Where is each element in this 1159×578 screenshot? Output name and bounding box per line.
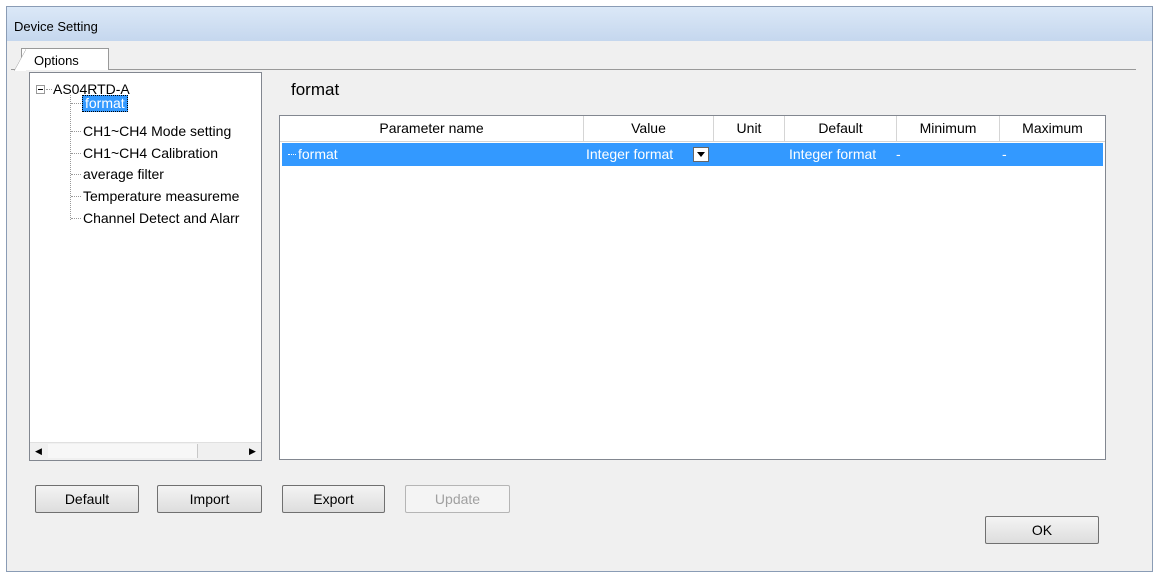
tree-item-format[interactable]: format bbox=[82, 95, 128, 112]
tree-item-temperature-measurement[interactable]: Temperature measureme bbox=[83, 188, 239, 204]
tree-item-calibration[interactable]: CH1~CH4 Calibration bbox=[83, 145, 218, 161]
tree-connector bbox=[71, 131, 81, 132]
row-default: Integer format bbox=[789, 146, 877, 162]
tree-horizontal-scrollbar[interactable]: ◀ ▶ bbox=[30, 442, 261, 460]
update-button[interactable]: Update bbox=[405, 485, 510, 513]
grid-header: Parameter name Value Unit Default Minimu… bbox=[280, 116, 1105, 142]
tree-connector bbox=[71, 103, 81, 104]
export-button[interactable]: Export bbox=[282, 485, 385, 513]
column-header-value[interactable]: Value bbox=[584, 116, 714, 141]
tab-options[interactable]: Options bbox=[14, 48, 109, 71]
tree-item-mode-setting[interactable]: CH1~CH4 Mode setting bbox=[83, 123, 231, 139]
tree-connector bbox=[288, 154, 296, 155]
scrollbar-thumb[interactable] bbox=[48, 444, 198, 458]
default-button[interactable]: Default bbox=[35, 485, 139, 513]
tree-item-channel-detect[interactable]: Channel Detect and Alarr bbox=[83, 210, 239, 226]
scroll-left-icon[interactable]: ◀ bbox=[30, 443, 47, 460]
tree-connector bbox=[71, 218, 81, 219]
tree-content: AS04RTD-A format CH1~CH4 Mode setting CH… bbox=[30, 73, 261, 442]
tree-connector bbox=[71, 174, 81, 175]
tree-connector-vertical bbox=[70, 95, 71, 220]
tab-corner bbox=[14, 49, 26, 71]
column-header-default[interactable]: Default bbox=[785, 116, 897, 141]
row-maximum: - bbox=[1002, 146, 1007, 162]
dropdown-arrow-icon[interactable] bbox=[693, 147, 709, 162]
options-tree[interactable]: AS04RTD-A format CH1~CH4 Mode setting CH… bbox=[29, 72, 262, 461]
row-minimum: - bbox=[896, 146, 901, 162]
import-button[interactable]: Import bbox=[157, 485, 262, 513]
tab-options-label: Options bbox=[34, 53, 79, 68]
section-title: format bbox=[291, 80, 340, 99]
column-header-parameter-name[interactable]: Parameter name bbox=[280, 116, 584, 141]
column-header-minimum[interactable]: Minimum bbox=[897, 116, 1000, 141]
column-header-maximum[interactable]: Maximum bbox=[1000, 116, 1105, 141]
table-row[interactable]: format Integer format Integer format - - bbox=[282, 143, 1103, 166]
row-value-select[interactable]: Integer format bbox=[586, 143, 673, 166]
column-header-unit[interactable]: Unit bbox=[714, 116, 785, 141]
row-parameter-name: format bbox=[298, 146, 338, 162]
tree-connector bbox=[71, 196, 81, 197]
scroll-right-icon[interactable]: ▶ bbox=[244, 443, 261, 460]
ok-button[interactable]: OK bbox=[985, 516, 1099, 544]
window-title: Device Setting bbox=[14, 19, 98, 34]
tree-connector bbox=[46, 89, 52, 90]
tree-item-average-filter[interactable]: average filter bbox=[83, 166, 164, 182]
title-bar: Device Setting bbox=[7, 7, 1152, 41]
tab-divider bbox=[109, 69, 1136, 70]
parameter-grid[interactable]: Parameter name Value Unit Default Minimu… bbox=[279, 115, 1106, 460]
collapse-icon[interactable] bbox=[36, 85, 45, 94]
tree-connector bbox=[71, 153, 81, 154]
